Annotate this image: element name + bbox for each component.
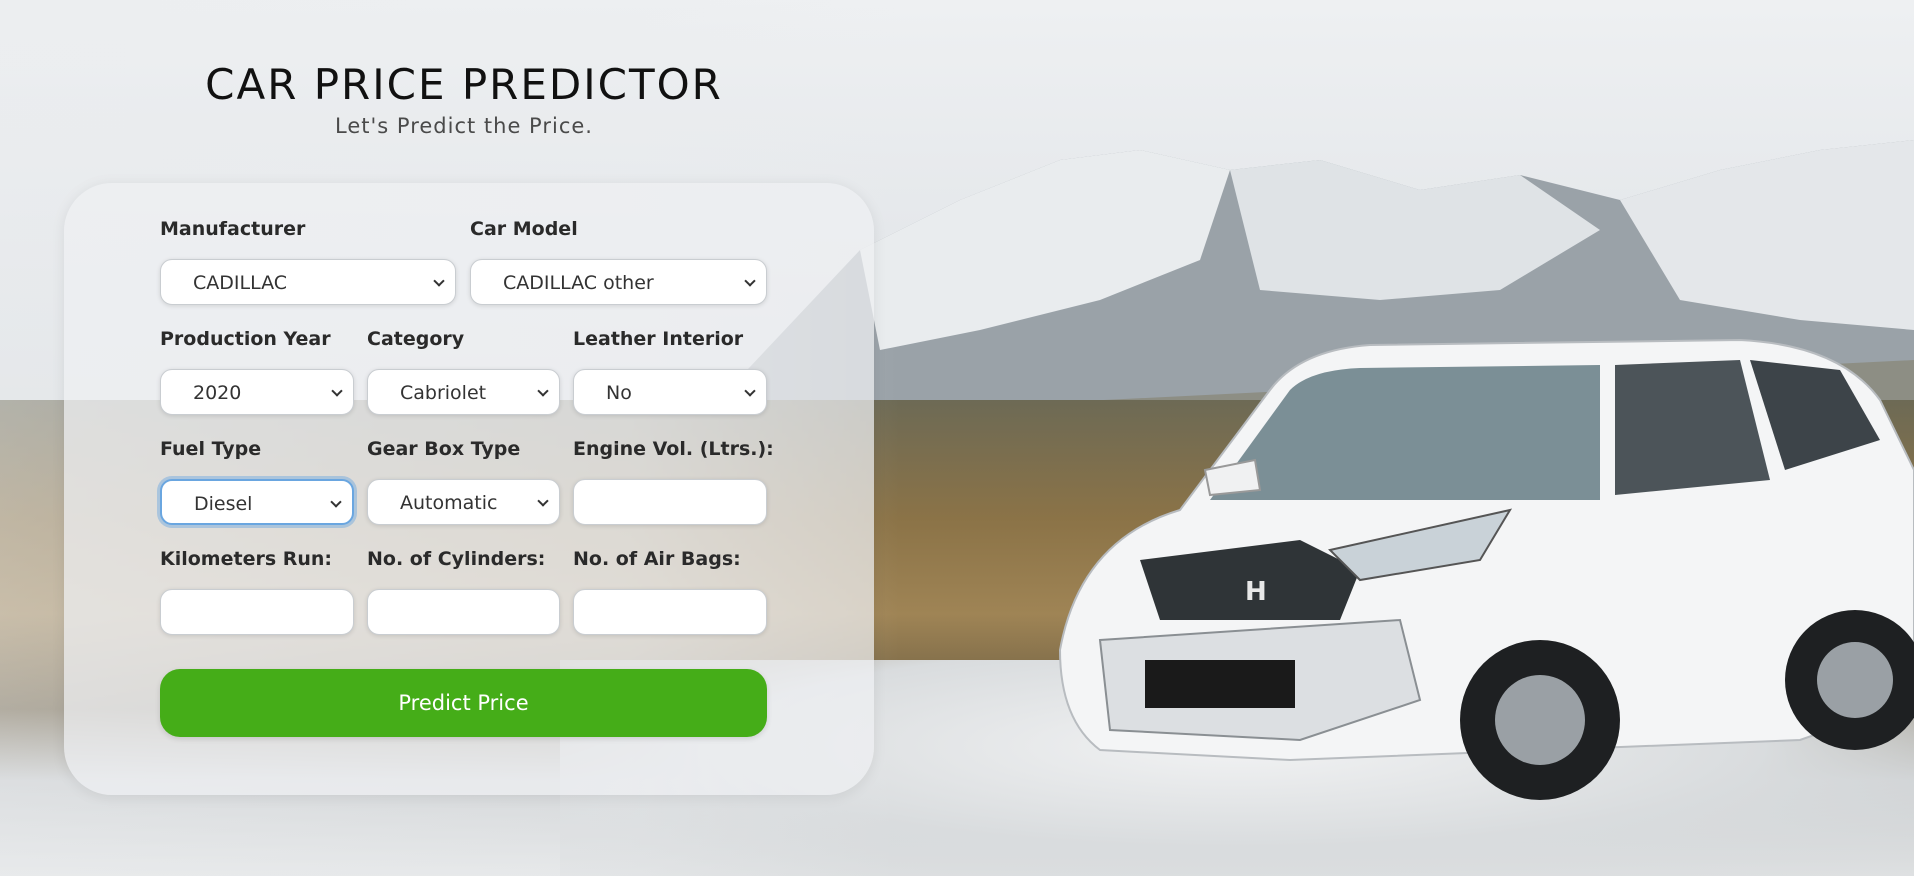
leather-interior-value: No — [606, 382, 632, 404]
kilometers-run-input[interactable] — [160, 589, 354, 635]
air-bags-input[interactable] — [573, 589, 767, 635]
engine-volume-input[interactable] — [573, 479, 767, 525]
chevron-down-icon — [433, 275, 445, 287]
svg-text:H: H — [1245, 577, 1267, 607]
cylinders-label: No. of Cylinders: — [367, 548, 546, 570]
manufacturer-select[interactable]: CADILLAC — [160, 259, 456, 305]
predict-price-button[interactable]: Predict Price — [160, 669, 767, 737]
car-illustration: H — [1058, 338, 1914, 800]
engine-volume-label: Engine Vol. (Ltrs.): — [573, 438, 774, 460]
manufacturer-label: Manufacturer — [160, 218, 306, 240]
cylinders-input[interactable] — [367, 589, 560, 635]
car-model-value: CADILLAC other — [503, 272, 654, 294]
air-bags-label: No. of Air Bags: — [573, 548, 741, 570]
category-select[interactable]: Cabriolet — [367, 369, 560, 415]
manufacturer-value: CADILLAC — [193, 272, 288, 294]
kilometers-run-label: Kilometers Run: — [160, 548, 333, 570]
gear-box-type-label: Gear Box Type — [367, 438, 521, 460]
car-model-select[interactable]: CADILLAC other — [470, 259, 767, 305]
chevron-down-icon — [744, 385, 756, 397]
car-model-label: Car Model — [470, 218, 578, 240]
chevron-down-icon — [744, 275, 756, 287]
fuel-type-value: Diesel — [194, 493, 253, 515]
production-year-value: 2020 — [193, 382, 242, 404]
category-label: Category — [367, 328, 465, 350]
chevron-down-icon — [537, 385, 549, 397]
page-subtitle: Let's Predict the Price. — [335, 114, 593, 138]
gear-box-type-select[interactable]: Automatic — [367, 479, 560, 525]
chevron-down-icon — [330, 496, 342, 508]
leather-interior-select[interactable]: No — [573, 369, 767, 415]
production-year-label: Production Year — [160, 328, 331, 350]
production-year-select[interactable]: 2020 — [160, 369, 354, 415]
fuel-type-select[interactable]: Diesel — [160, 479, 354, 525]
page-title: CAR PRICE PREDICTOR — [205, 60, 723, 109]
fuel-type-label: Fuel Type — [160, 438, 262, 460]
gear-box-type-value: Automatic — [400, 492, 498, 514]
leather-interior-label: Leather Interior — [573, 328, 744, 350]
chevron-down-icon — [331, 385, 343, 397]
category-value: Cabriolet — [400, 382, 487, 404]
chevron-down-icon — [537, 495, 549, 507]
